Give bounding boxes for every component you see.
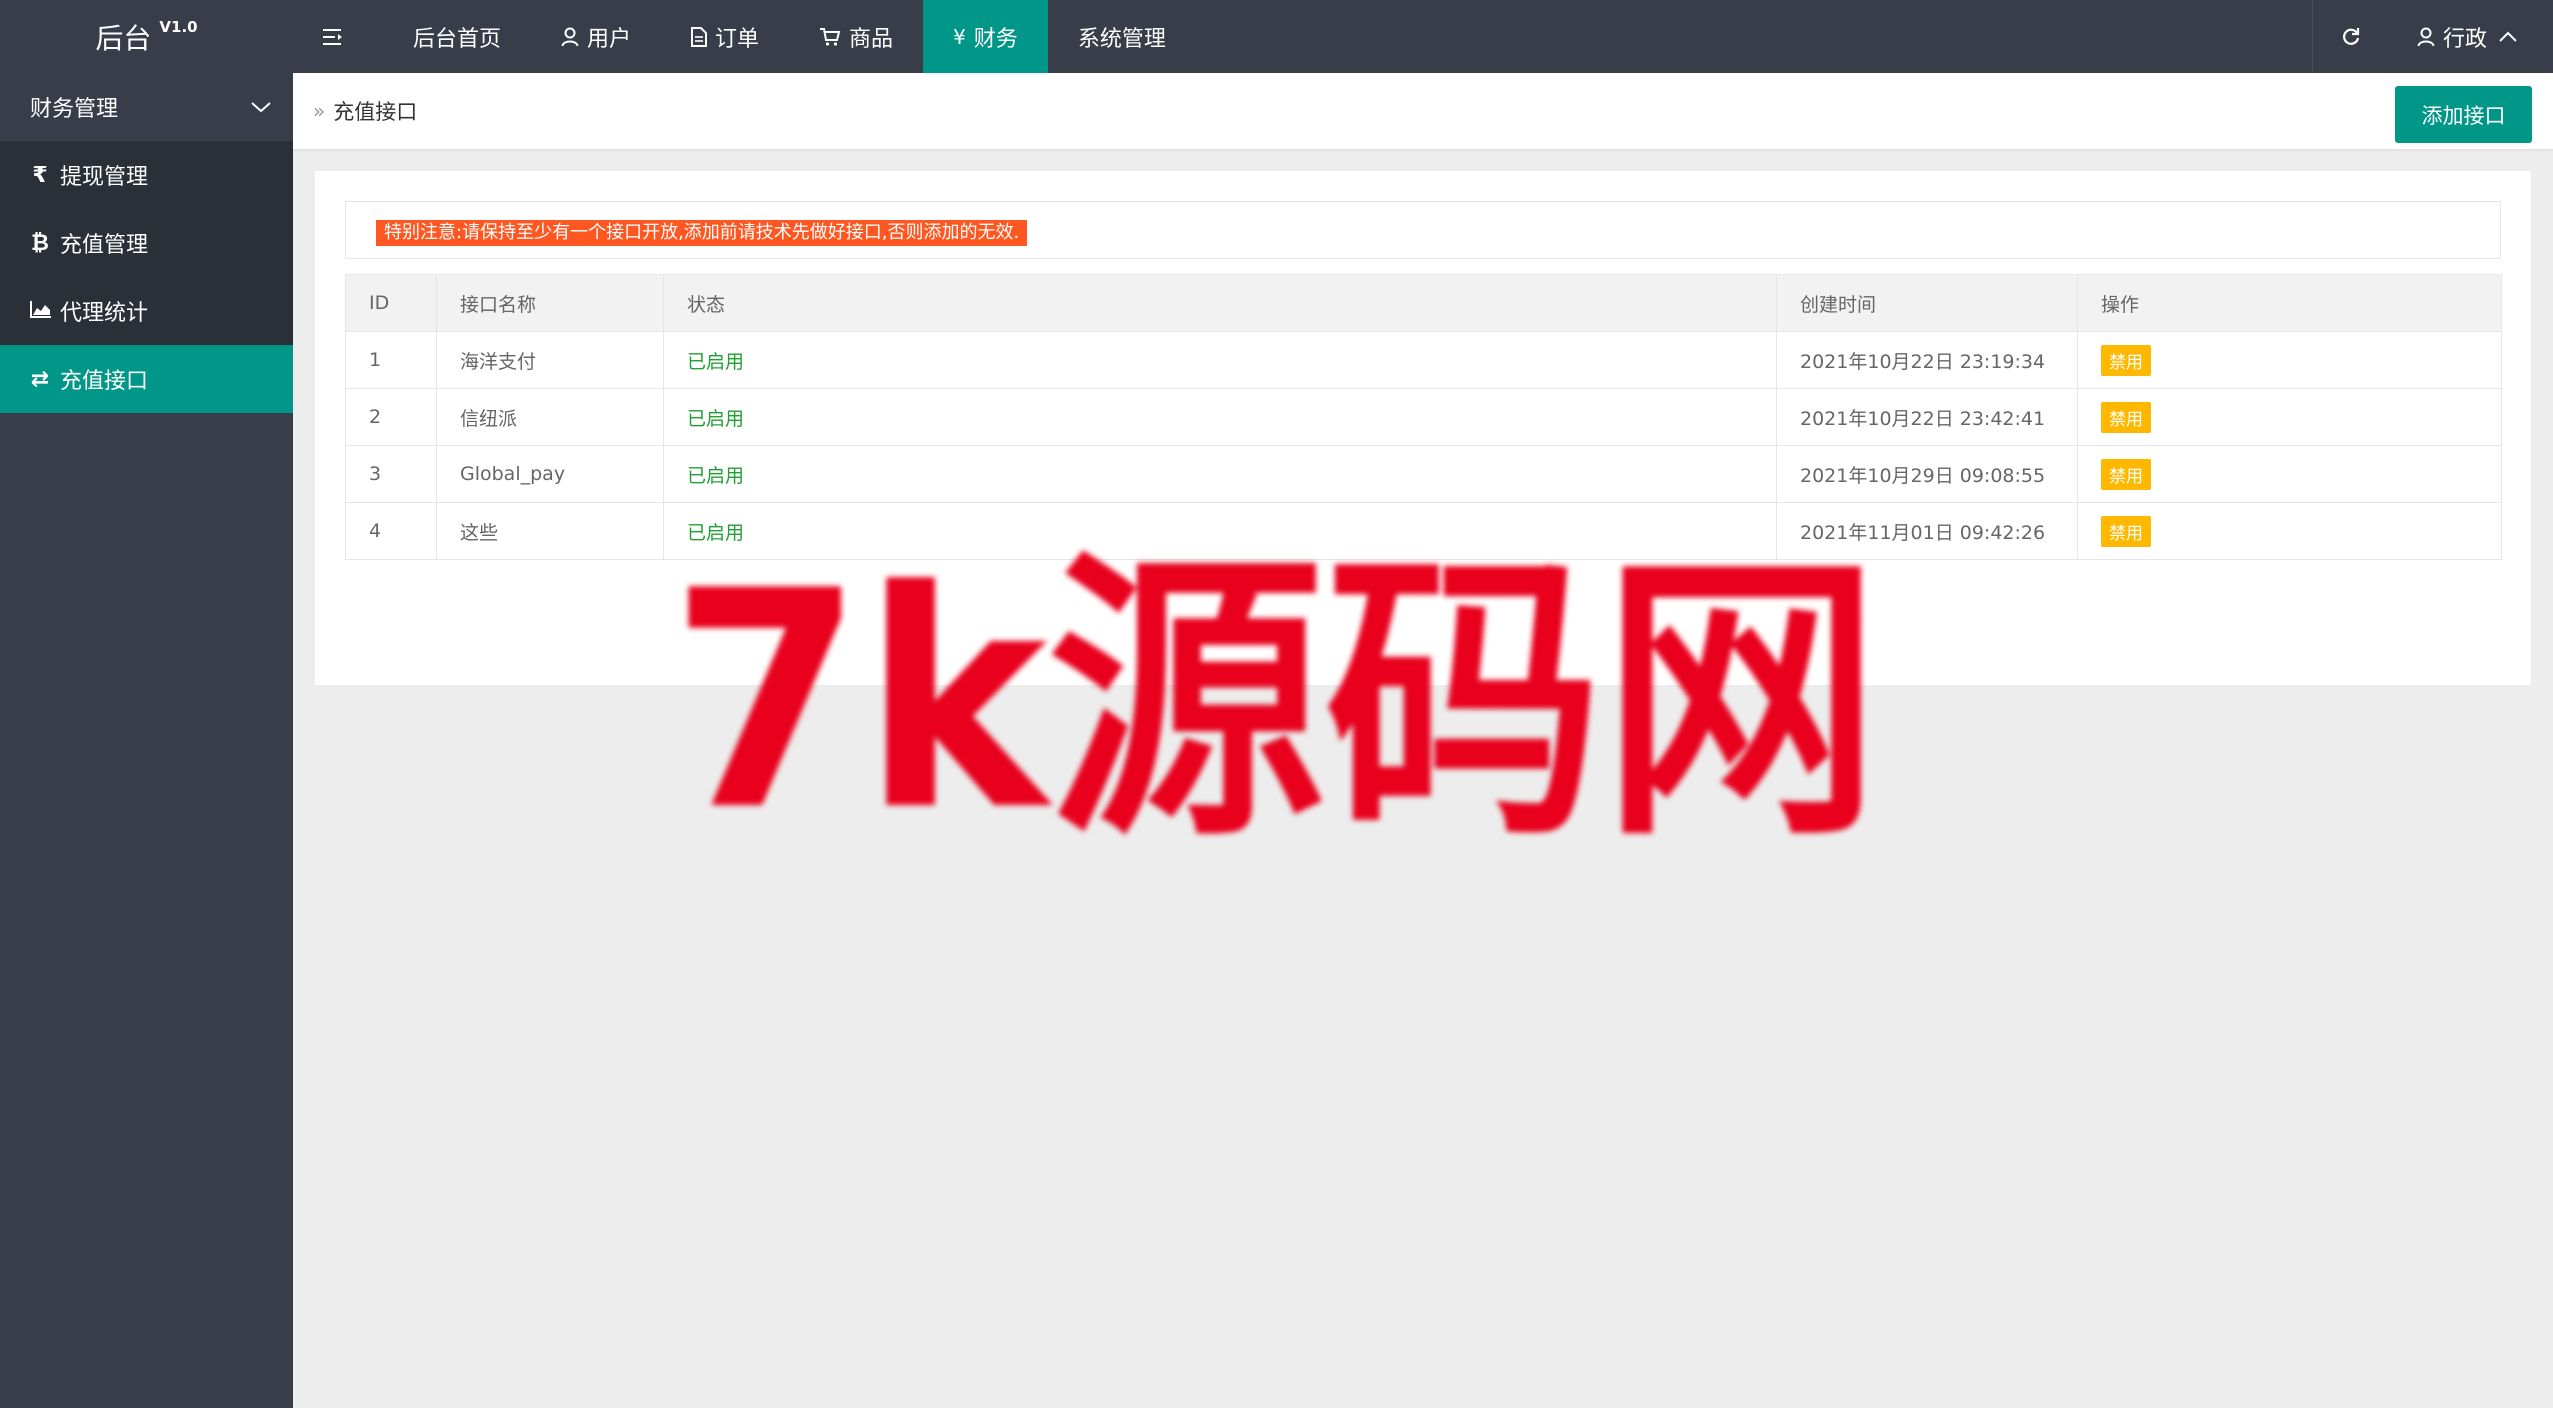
user-icon <box>561 27 579 46</box>
nav-orders[interactable]: 订单 <box>661 0 789 73</box>
col-header-action: 操作 <box>2077 274 2502 332</box>
col-header-created: 创建时间 <box>1776 274 2078 332</box>
user-menu[interactable]: 行政 <box>2389 0 2553 73</box>
cell-id: 3 <box>345 445 437 503</box>
logo: 后台 V1.0 <box>0 0 293 73</box>
sidebar-submenu: ₹ 提现管理 ₿ 充值管理 代理统计 ⇄ 充值接口 <box>0 141 293 413</box>
area-chart-icon <box>30 299 51 324</box>
col-header-id: ID <box>345 274 437 332</box>
bitcoin-icon: ₿ <box>31 231 49 256</box>
sidebar-toggle-button[interactable] <box>293 0 383 73</box>
cell-action: 禁用 <box>2077 331 2502 389</box>
sidebar-item-label: 充值接口 <box>60 369 149 394</box>
table-header-row: ID 接口名称 状态 创建时间 操作 <box>345 274 2502 332</box>
cart-icon <box>820 27 841 46</box>
double-chevron-right-icon: » <box>313 99 326 123</box>
sidebar: 财务管理 ₹ 提现管理 ₿ 充值管理 代理统计 ⇄ 充值接口 <box>0 73 293 1408</box>
menu-fold-icon <box>323 28 342 45</box>
nav-finance-label: 财务 <box>973 26 1018 52</box>
nav-goods-label: 商品 <box>849 26 894 52</box>
watermark-text: 7k源码网 <box>670 535 1880 855</box>
top-navbar: 后台 V1.0 后台首页 用户 订单 商品 ¥ 财务 系统管理 行政 <box>0 0 2553 73</box>
table-row: 2 信纽派 已启用 2021年10月22日 23:42:41 禁用 <box>345 388 2502 446</box>
nav-system-label: 系统管理 <box>1077 26 1166 52</box>
watermark: 7k源码网 <box>670 535 1880 855</box>
rupee-icon: ₹ <box>32 162 48 188</box>
nav-goods[interactable]: 商品 <box>789 0 923 73</box>
cell-action: 禁用 <box>2077 388 2502 446</box>
cell-created: 2021年10月22日 23:19:34 <box>1776 331 2078 389</box>
yen-icon: ¥ <box>953 24 966 49</box>
main-nav: 后台首页 用户 订单 商品 ¥ 财务 系统管理 <box>293 0 1196 73</box>
table-row: 1 海洋支付 已启用 2021年10月22日 23:19:34 禁用 <box>345 331 2502 389</box>
cell-status: 已启用 <box>663 388 1777 446</box>
logo-version: V1.0 <box>159 17 198 36</box>
sidebar-item-label: 充值管理 <box>60 233 149 258</box>
cell-status: 已启用 <box>663 331 1777 389</box>
cell-name: 海洋支付 <box>436 331 664 389</box>
sidebar-group-finance[interactable]: 财务管理 <box>0 73 293 141</box>
api-table: ID 接口名称 状态 创建时间 操作 1 海洋支付 已启用 2021年10月22… <box>345 274 2502 560</box>
breadcrumb: » 充值接口 <box>313 73 417 149</box>
disable-button[interactable]: 禁用 <box>2101 344 2151 376</box>
sidebar-item-recharge[interactable]: ₿ 充值管理 <box>0 209 293 277</box>
notice-box: 特别注意:请保持至少有一个接口开放,添加前请技术先做好接口,否则添加的无效. <box>345 201 2501 259</box>
sidebar-item-recharge-api[interactable]: ⇄ 充值接口 <box>0 345 293 413</box>
col-header-name: 接口名称 <box>436 274 664 332</box>
cell-created: 2021年10月22日 23:42:41 <box>1776 388 2078 446</box>
nav-system[interactable]: 系统管理 <box>1048 0 1196 73</box>
exchange-icon: ⇄ <box>30 366 50 392</box>
cell-id: 1 <box>345 331 437 389</box>
cell-name: Global_pay <box>436 445 664 503</box>
cell-name: 信纽派 <box>436 388 664 446</box>
user-icon <box>2417 27 2435 46</box>
refresh-button[interactable] <box>2311 0 2389 73</box>
sidebar-item-label: 提现管理 <box>60 165 149 190</box>
nav-home-label: 后台首页 <box>413 26 502 52</box>
cell-created: 2021年10月29日 09:08:55 <box>1776 445 2078 503</box>
chevron-down-icon <box>251 102 271 113</box>
breadcrumb-bar: » 充值接口 添加接口 <box>293 73 2553 150</box>
cell-status: 已启用 <box>663 445 1777 503</box>
cell-action: 禁用 <box>2077 445 2502 503</box>
sidebar-item-label: 代理统计 <box>60 301 149 326</box>
nav-finance[interactable]: ¥ 财务 <box>923 0 1048 73</box>
add-api-button[interactable]: 添加接口 <box>2395 86 2532 143</box>
cell-id: 4 <box>345 502 437 560</box>
nav-users[interactable]: 用户 <box>531 0 661 73</box>
sidebar-group-label: 财务管理 <box>30 97 119 122</box>
nav-home[interactable]: 后台首页 <box>383 0 531 73</box>
breadcrumb-current: 充值接口 <box>333 100 418 124</box>
nav-orders-label: 订单 <box>715 26 760 52</box>
disable-button[interactable]: 禁用 <box>2101 458 2151 490</box>
disable-button[interactable]: 禁用 <box>2101 515 2151 547</box>
col-header-status: 状态 <box>663 274 1777 332</box>
top-right-tools: 行政 <box>2311 0 2553 73</box>
sidebar-item-withdraw[interactable]: ₹ 提现管理 <box>0 141 293 209</box>
table-row: 3 Global_pay 已启用 2021年10月29日 09:08:55 禁用 <box>345 445 2502 503</box>
chevron-up-icon <box>2499 31 2517 42</box>
notice-text: 特别注意:请保持至少有一个接口开放,添加前请技术先做好接口,否则添加的无效. <box>376 220 1028 246</box>
sidebar-item-agent-stats[interactable]: 代理统计 <box>0 277 293 345</box>
file-icon <box>691 26 708 47</box>
user-name: 行政 <box>2442 26 2487 52</box>
logo-title: 后台 <box>95 21 152 55</box>
cell-action: 禁用 <box>2077 502 2502 560</box>
refresh-icon <box>2343 27 2360 45</box>
disable-button[interactable]: 禁用 <box>2101 401 2151 433</box>
nav-users-label: 用户 <box>587 26 632 52</box>
cell-id: 2 <box>345 388 437 446</box>
cell-name: 这些 <box>436 502 664 560</box>
